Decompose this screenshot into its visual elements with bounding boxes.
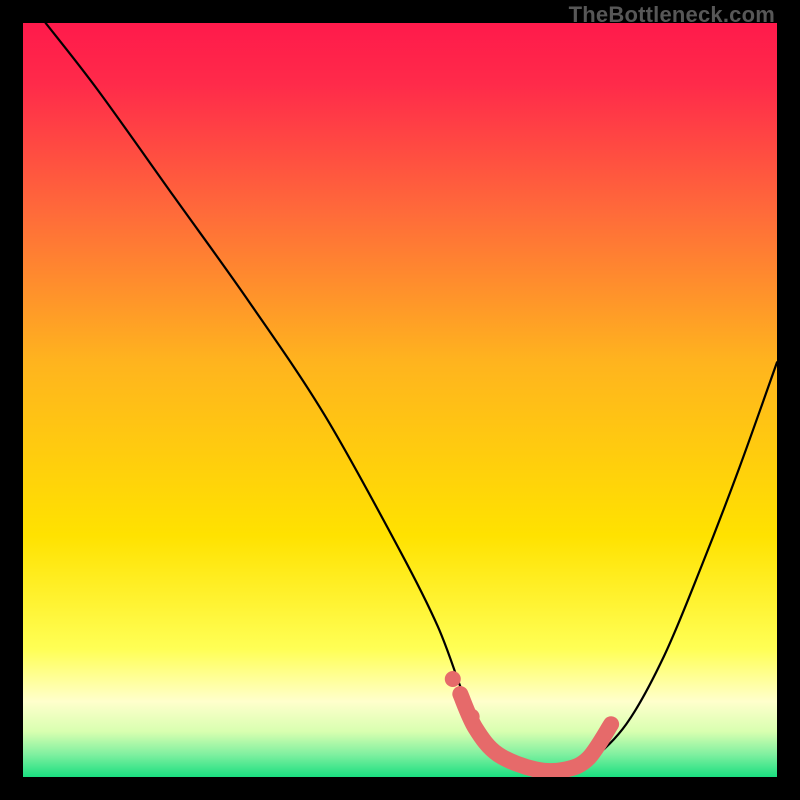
highlight-dot-1: [464, 709, 480, 725]
chart-svg: [23, 23, 777, 777]
chart-plot-area: [23, 23, 777, 777]
highlight-dot-0: [445, 671, 461, 687]
chart-frame: TheBottleneck.com: [0, 0, 800, 800]
